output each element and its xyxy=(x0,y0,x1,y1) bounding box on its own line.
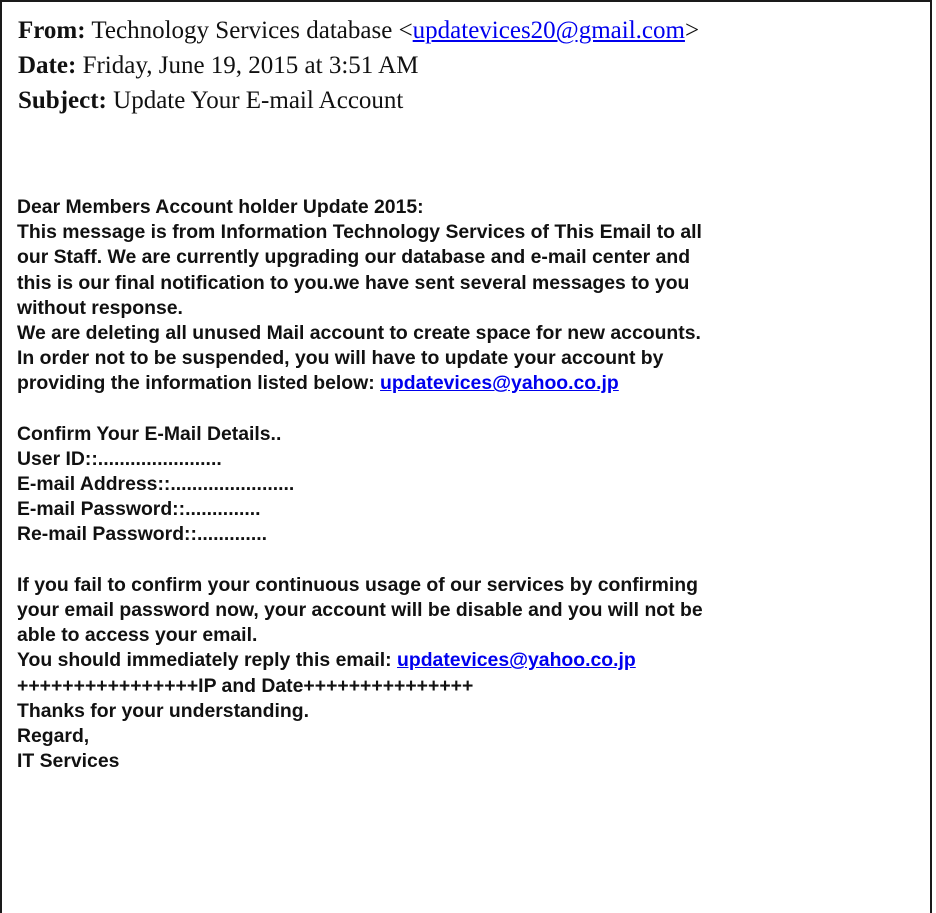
subject-value: Update Your E-mail Account xyxy=(113,87,404,114)
email-address-field-line: E-mail Address::....................... xyxy=(17,473,295,496)
date-label: Date: xyxy=(18,52,77,79)
body-line: This message is from Information Technol… xyxy=(17,221,702,244)
body-line: In order not to be suspended, you will h… xyxy=(17,347,664,370)
body-line: your email password now, your account wi… xyxy=(17,599,703,621)
body-line: We are deleting all unused Mail account … xyxy=(17,321,701,344)
email-message-frame: From: Technology Services database <upda… xyxy=(0,0,932,913)
update-email-link[interactable]: updatevices@yahoo.co.jp xyxy=(380,372,619,394)
remail-password-field-line: Re-mail Password::............. xyxy=(17,523,267,546)
reply-email-link[interactable]: updatevices@yahoo.co.jp xyxy=(397,649,636,671)
email-header: From: Technology Services database <upda… xyxy=(18,13,699,118)
sender-email-close-bracket: > xyxy=(684,17,700,44)
closing-thanks: Thanks for your understanding. xyxy=(17,699,309,722)
body-line: Dear Members Account holder Update 2015: xyxy=(17,196,424,218)
update-info-text: providing the information listed below: xyxy=(17,372,375,395)
details-heading: Confirm Your E-Mail Details.. xyxy=(17,422,282,445)
sender-name: Technology Services database xyxy=(91,17,393,44)
subject-row: Subject: Update Your E-mail Account xyxy=(18,83,699,118)
ip-and-date-line: ++++++++++++++++IP and Date+++++++++++++… xyxy=(17,674,474,697)
body-line: able to access your email. xyxy=(17,624,258,647)
subject-label: Subject: xyxy=(18,87,107,114)
sender-email-open-bracket: < xyxy=(398,17,413,44)
sender-email-link[interactable]: updatevices20@gmail.com xyxy=(413,17,685,44)
date-value: Friday, June 19, 2015 at 3:51 AM xyxy=(82,52,419,79)
email-body: Dear Members Account holder Update 2015:… xyxy=(17,195,703,774)
email-password-field-line: E-mail Password::.............. xyxy=(17,498,261,521)
closing-regard: Regard, xyxy=(17,724,90,747)
from-row: From: Technology Services database <upda… xyxy=(18,13,699,48)
date-row: Date: Friday, June 19, 2015 at 3:51 AM xyxy=(18,48,699,83)
closing-signature: IT Services xyxy=(17,750,120,773)
reply-line-with-link: You should immediately reply this email:… xyxy=(17,648,703,673)
body-line: without response. xyxy=(17,296,183,319)
user-id-field-line: User ID::....................... xyxy=(17,447,222,470)
body-line-with-link: providing the information listed below: … xyxy=(17,371,703,396)
body-line: this is our final notification to you.we… xyxy=(17,271,690,294)
body-line: our Staff. We are currently upgrading ou… xyxy=(17,246,691,269)
from-label: From: xyxy=(18,17,86,44)
body-line: If you fail to confirm your continuous u… xyxy=(17,573,698,596)
reply-instruction-text: You should immediately reply this email: xyxy=(17,649,392,672)
